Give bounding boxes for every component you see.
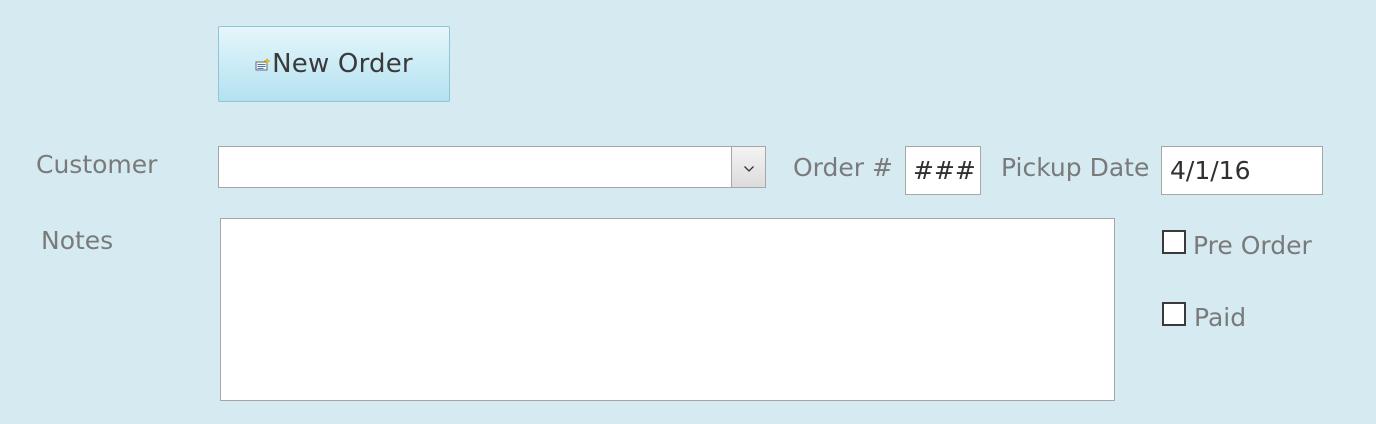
- pickup-date-field[interactable]: 4/1/16: [1161, 146, 1323, 195]
- notes-textarea[interactable]: [220, 218, 1115, 401]
- pickup-date-value: 4/1/16: [1170, 156, 1251, 185]
- new-order-label: New Order: [272, 49, 413, 79]
- order-number-field[interactable]: ####: [905, 146, 981, 195]
- chevron-down-icon: [743, 158, 755, 177]
- paid-label[interactable]: Paid: [1194, 303, 1246, 332]
- notes-label: Notes: [41, 226, 114, 255]
- customer-label: Customer: [36, 150, 158, 179]
- paid-checkbox[interactable]: [1162, 302, 1186, 326]
- order-number-value: ####: [913, 156, 976, 185]
- customer-combobox[interactable]: [218, 146, 766, 188]
- pre-order-checkbox[interactable]: [1162, 230, 1186, 254]
- new-record-icon: [255, 57, 271, 71]
- customer-dropdown-button[interactable]: [731, 147, 765, 187]
- pre-order-label[interactable]: Pre Order: [1193, 231, 1312, 260]
- new-order-button[interactable]: New Order: [218, 26, 450, 102]
- order-number-label: Order #: [793, 153, 893, 182]
- pickup-date-label: Pickup Date: [1001, 153, 1150, 182]
